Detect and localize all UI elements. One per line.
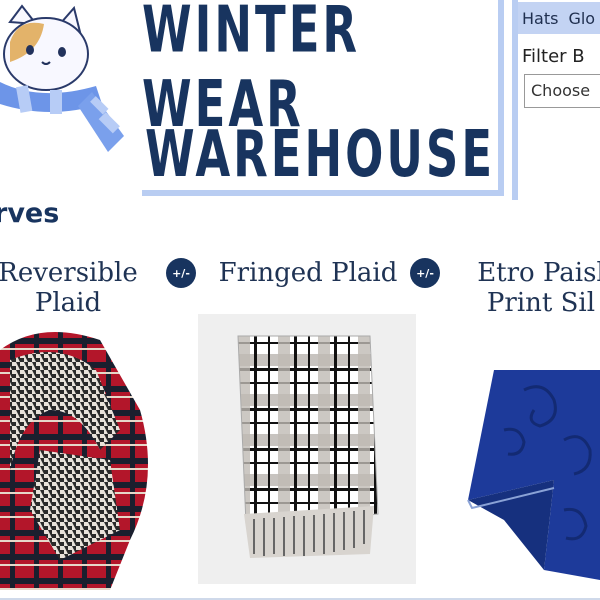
site-title-panel: Winter Wear Warehouse (142, 0, 504, 196)
nav-link-gloves[interactable]: Glo (568, 9, 595, 28)
product-name-line: Etro Paisl (477, 258, 600, 288)
category-nav: Hats Glo (518, 2, 600, 34)
product-image-etro-paisley (467, 370, 600, 580)
product-image-reversible-plaid (0, 332, 148, 590)
cat-head (3, 4, 89, 91)
section-title-scarves: rves (0, 198, 60, 229)
product-name-line: Reversible (0, 258, 138, 288)
nav-filter-panel: Hats Glo Filter B Choose (512, 0, 600, 200)
filter-label: Filter B (522, 46, 585, 67)
site-title-line-2: Warehouse (144, 116, 496, 192)
filter-select[interactable]: Choose (524, 74, 600, 108)
product-name-etro-paisley: Etro Paisl Print Sil (456, 258, 600, 318)
nav-link-hats[interactable]: Hats (522, 9, 558, 28)
product-name-line: Plaid (34, 288, 102, 318)
product-name-fringed-plaid: Fringed Plaid (210, 258, 406, 288)
expand-toggle-button[interactable]: +/- (166, 258, 196, 288)
product-name-reversible-plaid: Reversible Plaid (0, 258, 144, 318)
scarf-illustration (0, 82, 124, 152)
product-image-fringed-plaid (198, 314, 416, 584)
cat-logo (0, 4, 124, 152)
product-name-line: Print Sil (486, 288, 596, 318)
product-name-line: Fringed Plaid (218, 258, 398, 288)
expand-toggle-button[interactable]: +/- (410, 258, 440, 288)
